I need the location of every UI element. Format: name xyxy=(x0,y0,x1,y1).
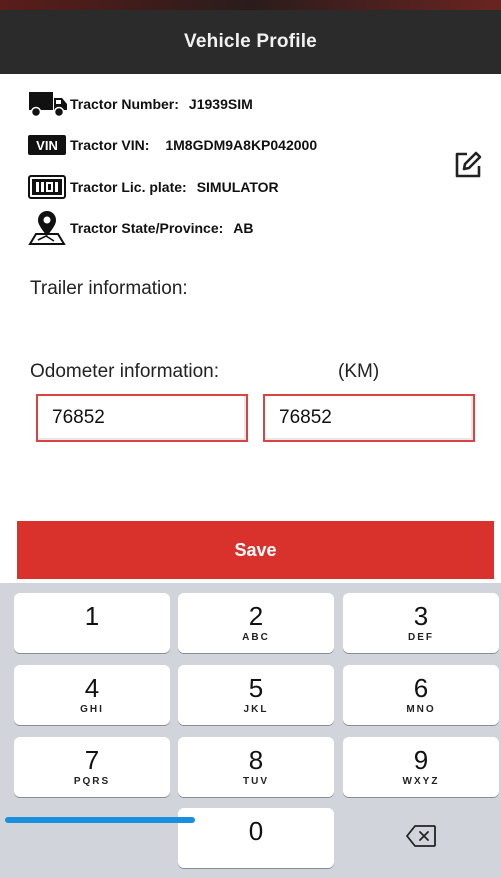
key-letters: JKL xyxy=(243,703,269,715)
key-8[interactable]: 8 TUV xyxy=(178,737,334,797)
truck-icon xyxy=(28,88,70,120)
backspace-icon xyxy=(406,824,436,852)
key-digit: 4 xyxy=(84,672,100,703)
key-letters: MNO xyxy=(406,703,436,715)
vehicle-profile-screen: Vehicle Profile Tractor Number: J1939SIM … xyxy=(0,0,501,878)
header-bar: Vehicle Profile xyxy=(0,10,501,74)
key-digit: 8 xyxy=(248,744,264,775)
key-digit: 3 xyxy=(413,600,429,631)
status-bar xyxy=(0,0,501,10)
tractor-state-row: Tractor State/Province: AB xyxy=(28,210,254,246)
tractor-vin-row: VIN Tractor VIN: 1M8GDM9A8KP042000 xyxy=(28,127,317,163)
key-letters: PQRS xyxy=(73,775,111,787)
key-digit: 0 xyxy=(248,815,264,846)
tractor-number-row: Tractor Number: J1939SIM xyxy=(28,86,253,122)
key-3[interactable]: 3 DEF xyxy=(343,593,499,653)
vin-badge-icon: VIN xyxy=(28,129,70,161)
license-plate-icon xyxy=(28,171,70,203)
key-letters: TUV xyxy=(243,775,269,787)
key-4[interactable]: 4 GHI xyxy=(14,665,170,725)
numeric-keypad: 1 2 ABC 3 DEF 4 GHI 5 JKL 6 MNO 7 PQRS 8 xyxy=(0,583,501,878)
tractor-state-label: Tractor State/Province: xyxy=(70,220,224,236)
key-0[interactable]: 0 xyxy=(178,808,334,868)
key-letters: WXYZ xyxy=(402,775,440,787)
delete-key[interactable] xyxy=(343,808,499,868)
odometer-input-2[interactable] xyxy=(263,394,475,442)
key-1[interactable]: 1 xyxy=(14,593,170,653)
key-2[interactable]: 2 ABC xyxy=(178,593,334,653)
key-5[interactable]: 5 JKL xyxy=(178,665,334,725)
key-letters: GHI xyxy=(80,703,104,715)
edit-icon[interactable] xyxy=(451,148,485,182)
vin-badge-text: VIN xyxy=(36,138,58,153)
tractor-state-text: Tractor State/Province: AB xyxy=(70,220,254,236)
page-title: Vehicle Profile xyxy=(184,31,317,52)
map-pin-icon xyxy=(28,211,70,245)
tractor-number-label: Tractor Number: xyxy=(70,96,179,112)
odometer-input-1[interactable] xyxy=(36,394,248,442)
key-digit: 6 xyxy=(413,672,429,703)
tractor-vin-text: Tractor VIN: 1M8GDM9A8KP042000 xyxy=(70,137,317,153)
tractor-plate-value: SIMULATOR xyxy=(196,179,279,195)
key-digit: 7 xyxy=(84,744,100,775)
tractor-vin-value: 1M8GDM9A8KP042000 xyxy=(165,137,318,153)
key-digit: 5 xyxy=(248,672,264,703)
key-digit: 2 xyxy=(248,600,264,631)
tractor-plate-row: Tractor Lic. plate: SIMULATOR xyxy=(28,169,279,205)
odometer-info-label: Odometer information: xyxy=(30,361,220,382)
tractor-number-value: J1939SIM xyxy=(188,96,253,112)
key-6[interactable]: 6 MNO xyxy=(343,665,499,725)
trailer-info-label: Trailer information: xyxy=(30,278,188,299)
tractor-vin-label: Tractor VIN: xyxy=(70,137,150,153)
key-7[interactable]: 7 PQRS xyxy=(14,737,170,797)
key-digit: 1 xyxy=(84,600,100,631)
key-letters: ABC xyxy=(242,631,270,643)
tractor-number-text: Tractor Number: J1939SIM xyxy=(70,96,253,112)
key-9[interactable]: 9 WXYZ xyxy=(343,737,499,797)
odometer-unit-label: (KM) xyxy=(338,361,380,382)
tractor-plate-text: Tractor Lic. plate: SIMULATOR xyxy=(70,179,279,195)
key-digit: 9 xyxy=(413,744,429,775)
tractor-state-value: AB xyxy=(233,220,254,236)
scroll-indicator xyxy=(5,817,195,823)
save-button[interactable]: Save xyxy=(17,521,494,579)
key-letters: DEF xyxy=(408,631,434,643)
tractor-plate-label: Tractor Lic. plate: xyxy=(70,179,187,195)
